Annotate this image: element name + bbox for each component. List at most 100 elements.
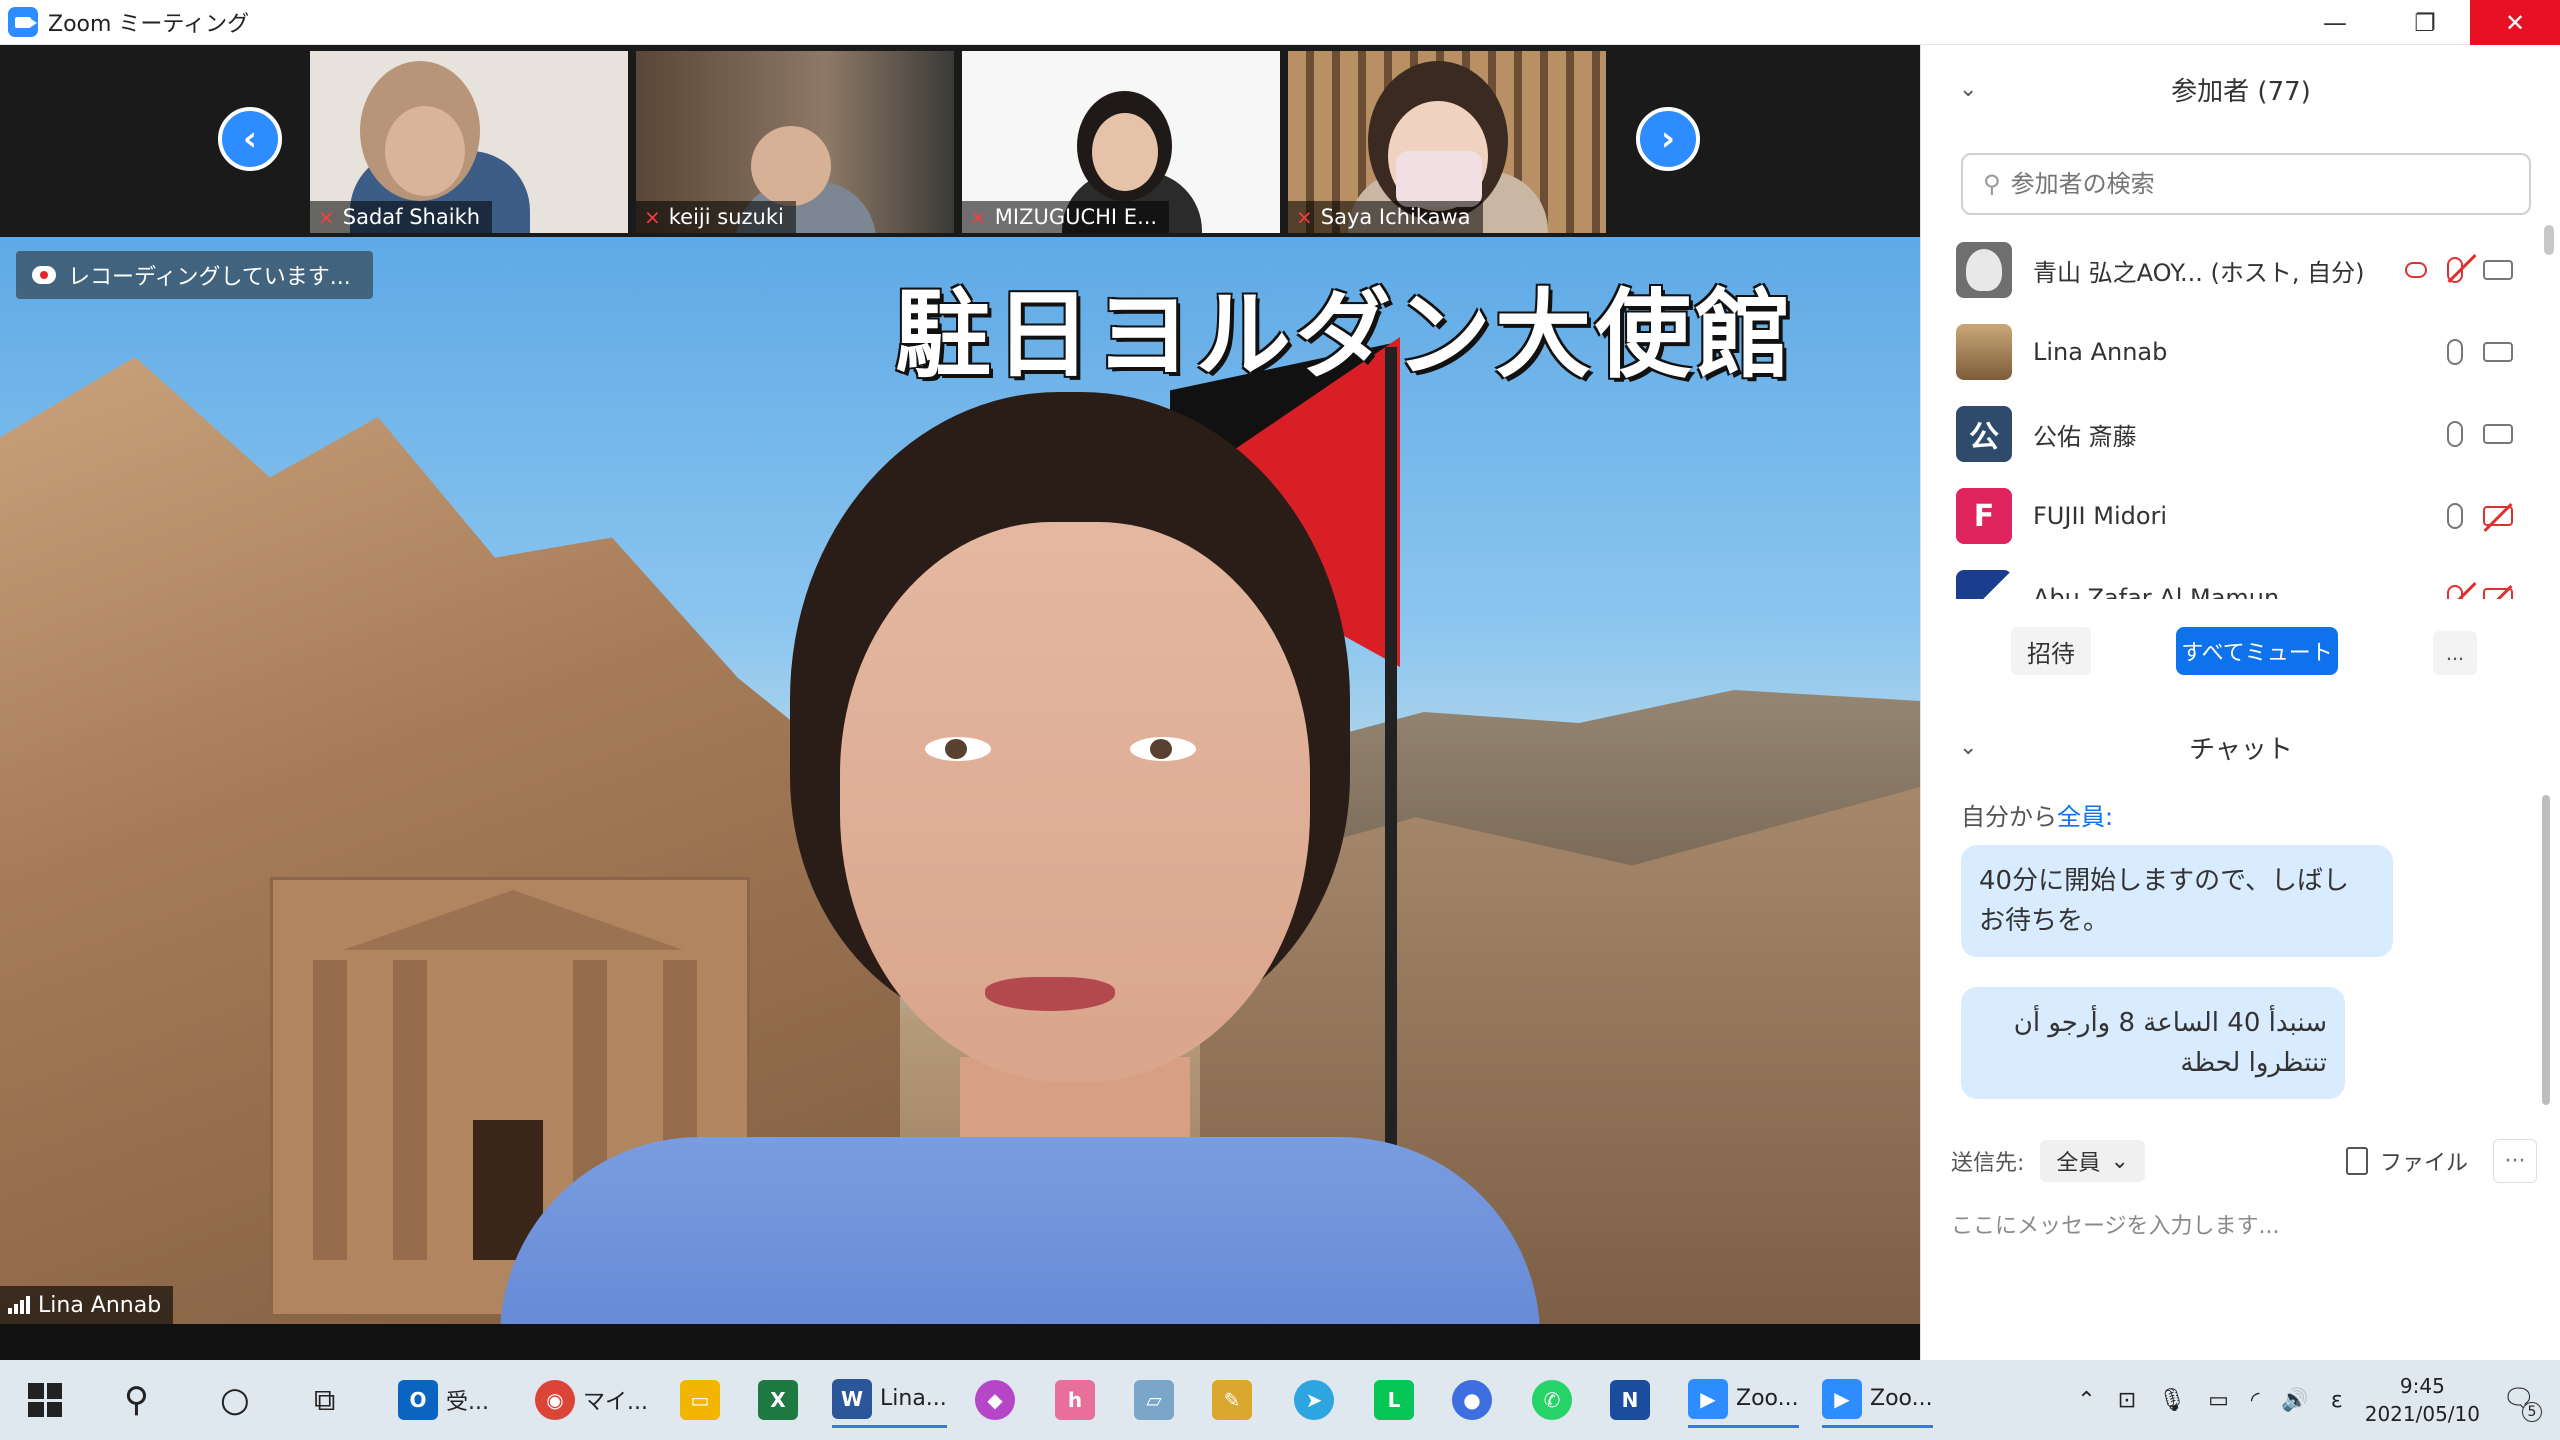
chat-scrollbar[interactable] bbox=[2542, 795, 2550, 1105]
chat-from-label: 自分から bbox=[1961, 803, 2057, 831]
clock[interactable]: 9:45 2021/05/10 bbox=[2365, 1372, 2480, 1428]
participant-list: 青山 弘之AOY... (ホスト, 自分) Lina Annab 公 公佑 斎藤 bbox=[1921, 229, 2541, 599]
participant-search[interactable]: ⚲ bbox=[1961, 153, 2531, 215]
participant-name: 公佑 斎藤 bbox=[2033, 422, 2137, 451]
wifi-icon[interactable]: ◜ bbox=[2251, 1388, 2260, 1413]
taskbar-app-telegram[interactable]: ➤ bbox=[1294, 1372, 1334, 1428]
taskbar-app-word[interactable]: W Lina... bbox=[832, 1372, 947, 1428]
participants-header: ⌄ 参加者 (77) bbox=[1921, 65, 2560, 113]
participant-name: Lina Annab bbox=[2033, 338, 2168, 366]
taskbar-app-line[interactable]: L bbox=[1374, 1372, 1414, 1428]
clock-date: 2021/05/10 bbox=[2364, 1402, 2480, 1426]
participant-list-scrollbar[interactable] bbox=[2544, 225, 2554, 255]
windows-logo-icon bbox=[28, 1383, 62, 1417]
participant-name: FUJII Midori bbox=[2033, 502, 2168, 530]
taskbar-app-outlook[interactable]: O 受... bbox=[398, 1372, 489, 1428]
mic-muted-icon[interactable] bbox=[2447, 585, 2463, 599]
taskbar-app[interactable]: N bbox=[1610, 1372, 1650, 1428]
ime-icon[interactable]: ε bbox=[2331, 1388, 2343, 1413]
participant-search-input[interactable] bbox=[2010, 170, 2491, 198]
zoom-window: Zoom ミーティング — ❐ ✕ ‹ ⨯ Sadaf Shaikh ⨯ kei… bbox=[0, 0, 2560, 1440]
taskbar-app-whatsapp[interactable]: ✆ bbox=[1532, 1372, 1572, 1428]
taskbar-app-chrome[interactable]: ◉ マイ... bbox=[535, 1372, 648, 1428]
background-banner-title: 駐日ヨルダン大使館 bbox=[895, 279, 1795, 391]
file-button[interactable]: ファイル bbox=[2346, 1145, 2468, 1177]
app-icon: ◆ bbox=[975, 1380, 1015, 1420]
restore-button[interactable]: ❐ bbox=[2380, 0, 2470, 45]
collapse-chevron-icon[interactable]: ⌄ bbox=[1959, 77, 1977, 102]
participant-row[interactable]: 青山 弘之AOY... (ホスト, 自分) bbox=[1921, 229, 2541, 311]
invite-button[interactable]: 招待 bbox=[2011, 627, 2091, 675]
taskbar-app-zoom[interactable]: ▶ Zoo... bbox=[1822, 1372, 1933, 1428]
participant-row[interactable]: F FUJII Midori bbox=[1921, 475, 2541, 557]
next-page-arrow-icon[interactable]: › bbox=[1636, 107, 1700, 171]
mic-muted-icon[interactable] bbox=[2447, 257, 2463, 283]
more-options-button[interactable]: ... bbox=[2433, 631, 2477, 675]
participant-thumbnail[interactable]: ⨯ MIZUGUCHI E... bbox=[962, 51, 1280, 233]
zoom-icon: ▶ bbox=[1822, 1378, 1862, 1419]
microphone-icon[interactable] bbox=[2447, 339, 2463, 365]
previous-page-arrow-icon[interactable]: ‹ bbox=[218, 107, 282, 171]
taskbar-app-label: 受... bbox=[446, 1390, 489, 1415]
cortana-icon[interactable]: ○ bbox=[220, 1372, 250, 1428]
chat-message-input[interactable] bbox=[1951, 1203, 2531, 1249]
taskbar-app-excel[interactable]: X bbox=[758, 1372, 798, 1428]
video-area: ‹ ⨯ Sadaf Shaikh ⨯ keiji suzuki ⨯ MIZUGU… bbox=[0, 45, 1920, 1360]
chat-more-icon[interactable]: ··· bbox=[2493, 1139, 2537, 1183]
app-icon: N bbox=[1610, 1380, 1650, 1420]
clock-time: 9:45 bbox=[2399, 1374, 2445, 1398]
video-off-icon[interactable] bbox=[2483, 506, 2513, 526]
volume-icon[interactable]: 🔊 bbox=[2281, 1388, 2308, 1413]
mic-muted-icon: ⨯ bbox=[1296, 205, 1313, 229]
recipient-value: 全員 bbox=[2056, 1151, 2101, 1176]
taskbar-app[interactable]: h bbox=[1055, 1372, 1095, 1428]
taskbar-app-zoom[interactable]: ▶ Zoo... bbox=[1688, 1372, 1799, 1428]
microphone-icon[interactable] bbox=[2447, 421, 2463, 447]
participant-thumbnail[interactable]: ⨯ Sadaf Shaikh bbox=[310, 51, 628, 233]
thumbnail-name: MIZUGUCHI E... bbox=[994, 205, 1158, 229]
thumbnail-name-tag: ⨯ MIZUGUCHI E... bbox=[962, 201, 1170, 233]
video-camera-icon[interactable] bbox=[2483, 260, 2513, 280]
thumbnail-name: keiji suzuki bbox=[668, 205, 784, 229]
taskbar-app[interactable]: ▱ bbox=[1134, 1372, 1174, 1428]
participant-row[interactable]: 公 公佑 斎藤 bbox=[1921, 393, 2541, 475]
taskbar-app[interactable]: ● bbox=[1452, 1372, 1492, 1428]
microphone-tray-icon[interactable]: 🎙 bbox=[2158, 1388, 2186, 1413]
chevron-up-icon[interactable]: ⌃ bbox=[2077, 1388, 2095, 1413]
minimize-button[interactable]: — bbox=[2290, 0, 2380, 45]
participant-thumbnail[interactable]: ⨯ keiji suzuki bbox=[636, 51, 954, 233]
microphone-icon[interactable] bbox=[2447, 503, 2463, 529]
participant-actions: 招待 すべてミュート ... bbox=[1921, 627, 2560, 679]
thumbnail-name-tag: ⨯ Saya Ichikawa bbox=[1288, 201, 1483, 233]
close-button[interactable]: ✕ bbox=[2470, 0, 2560, 45]
taskbar-app[interactable]: ◆ bbox=[975, 1372, 1015, 1428]
avatar: 公 bbox=[1956, 406, 2012, 462]
start-button[interactable] bbox=[28, 1372, 62, 1428]
video-off-icon[interactable] bbox=[2483, 588, 2513, 599]
speaker-name-tag: Lina Annab bbox=[0, 1286, 174, 1324]
collapse-chevron-icon[interactable]: ⌄ bbox=[1959, 735, 1977, 760]
recording-indicator[interactable]: レコーディングしています... bbox=[16, 251, 373, 299]
chat-header: ⌄ チャット bbox=[1921, 723, 2560, 771]
meet-now-icon[interactable]: ⊡ bbox=[2118, 1388, 2136, 1413]
video-camera-icon[interactable] bbox=[2483, 342, 2513, 362]
task-view-icon[interactable]: ⧉ bbox=[314, 1372, 335, 1428]
app-icon: ▱ bbox=[1134, 1380, 1174, 1420]
taskbar-app-label: Lina... bbox=[880, 1386, 947, 1411]
participant-thumbnail[interactable]: ⨯ Saya Ichikawa bbox=[1288, 51, 1606, 233]
taskbar-app[interactable]: ✎ bbox=[1212, 1372, 1252, 1428]
whatsapp-icon: ✆ bbox=[1532, 1380, 1572, 1420]
mute-all-button[interactable]: すべてミュート bbox=[2176, 627, 2338, 675]
participant-row[interactable]: Abu Zafar Al Mamun bbox=[1921, 557, 2541, 599]
recipient-select[interactable]: 全員 ⌄ bbox=[2040, 1140, 2145, 1182]
video-camera-icon[interactable] bbox=[2483, 424, 2513, 444]
participant-row[interactable]: Lina Annab bbox=[1921, 311, 2541, 393]
battery-icon[interactable]: ▭ bbox=[2208, 1388, 2229, 1413]
chat-recipient-link[interactable]: 全員: bbox=[2057, 803, 2113, 831]
taskbar-app-explorer[interactable]: ▭ bbox=[680, 1372, 720, 1428]
notification-center-icon[interactable]: 🗨 5 bbox=[2498, 1378, 2542, 1422]
notification-count: 5 bbox=[2522, 1402, 2542, 1422]
zoom-app-icon bbox=[8, 7, 38, 37]
signal-strength-icon bbox=[8, 1296, 30, 1314]
search-icon[interactable]: ⚲ bbox=[124, 1372, 149, 1428]
